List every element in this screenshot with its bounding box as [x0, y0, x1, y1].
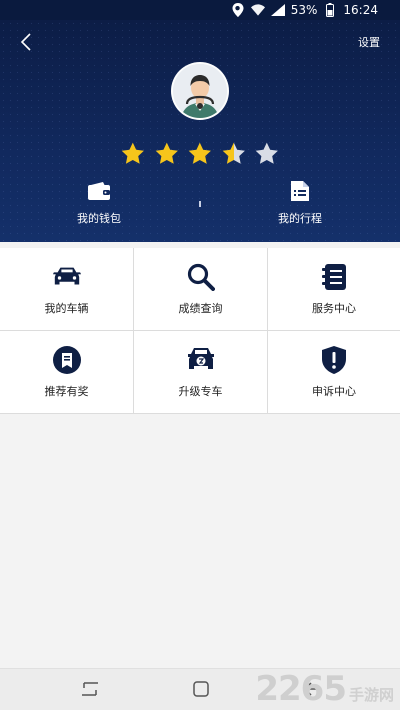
system-nav-bar — [0, 668, 400, 710]
grid-item-label: 推荐有奖 — [44, 385, 89, 398]
home-icon — [193, 681, 209, 697]
grid-item-label: 申诉中心 — [312, 385, 356, 398]
avatar[interactable] — [171, 62, 229, 120]
grid-item-score-query[interactable]: 成绩查询 — [134, 248, 267, 330]
grid-item-upgrade-car[interactable]: 升级专车 — [134, 331, 267, 413]
grid-item-my-vehicle[interactable]: 我的车辆 — [0, 248, 133, 330]
status-bar: 53% 16:24 — [0, 0, 400, 20]
battery-icon — [323, 3, 337, 17]
upgrade-car-icon — [186, 345, 216, 375]
settings-button[interactable]: 设置 — [358, 34, 380, 50]
back-button[interactable] — [14, 30, 38, 54]
grid-item-label: 我的车辆 — [44, 302, 89, 315]
function-grid: 我的车辆 成绩查询 服务中心 推荐有奖 升级专车 申诉中心 — [0, 248, 400, 414]
shield-alert-icon — [319, 345, 349, 375]
location-icon — [231, 3, 245, 17]
back-chevron-icon — [20, 33, 31, 51]
star-icon — [188, 142, 212, 164]
trips-label: 我的行程 — [278, 212, 322, 225]
quick-divider — [199, 201, 201, 207]
recommend-badge-icon — [52, 345, 82, 375]
grid-item-label: 成绩查询 — [178, 302, 223, 315]
battery-percent: 53% — [290, 3, 318, 17]
home-button[interactable] — [193, 681, 213, 699]
back-arrow-icon — [303, 682, 320, 696]
wallet-label: 我的钱包 — [77, 212, 121, 225]
rating-stars — [120, 141, 280, 171]
grid-item-referral-reward[interactable]: 推荐有奖 — [0, 331, 133, 413]
star-icon — [121, 142, 144, 164]
grid-item-label: 服务中心 — [312, 302, 356, 315]
signal-icon — [270, 3, 285, 17]
trips-button[interactable]: 我的行程 — [240, 180, 360, 226]
star-icon — [155, 142, 178, 164]
recent-apps-button[interactable] — [81, 681, 101, 699]
search-icon — [186, 262, 216, 292]
trip-list-icon — [289, 180, 311, 202]
wallet-icon — [88, 180, 110, 202]
car-icon — [52, 262, 82, 292]
star-icon — [256, 142, 279, 164]
service-book-icon — [319, 262, 349, 292]
grid-item-appeal-center[interactable]: 申诉中心 — [268, 331, 400, 413]
wallet-button[interactable]: 我的钱包 — [39, 180, 159, 226]
star-icon — [222, 142, 245, 164]
wifi-icon — [250, 3, 265, 17]
quick-actions: 我的钱包 我的行程 — [0, 180, 400, 230]
grid-item-label: 升级专车 — [178, 385, 223, 398]
recent-apps-icon — [82, 682, 98, 696]
back-nav-button[interactable] — [303, 681, 323, 699]
profile-header: 设置 我的钱包 我的行程 — [0, 20, 400, 242]
clock-time: 16:24 — [343, 3, 378, 17]
grid-item-service-center[interactable]: 服务中心 — [268, 248, 400, 330]
